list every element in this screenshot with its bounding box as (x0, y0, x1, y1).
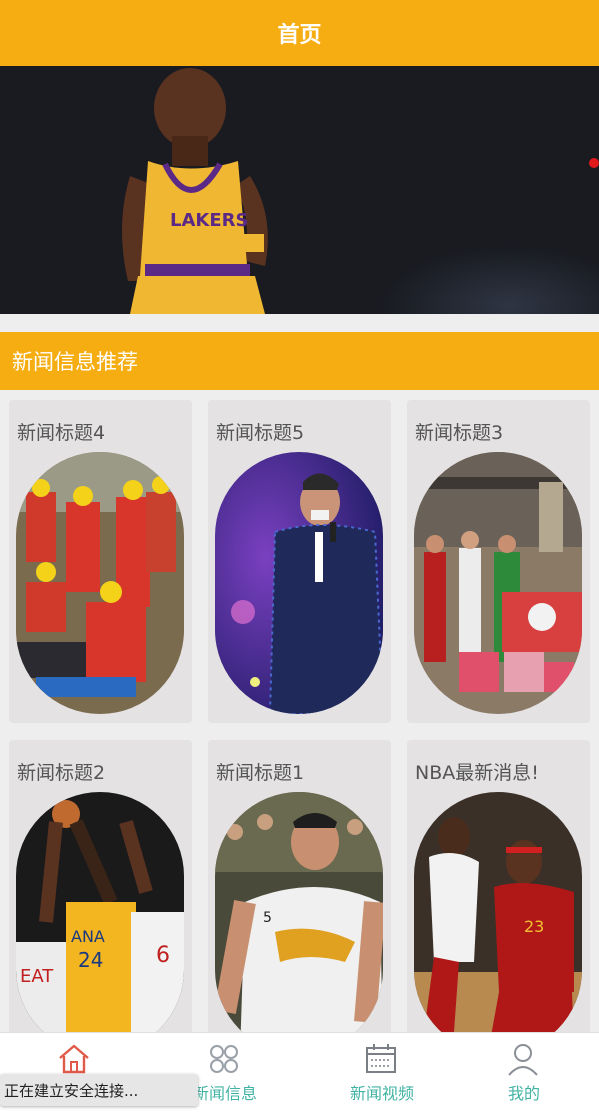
nav-label-mine: 我的 (507, 1084, 540, 1103)
svg-text:LAKERS: LAKERS (170, 210, 248, 231)
news-card-title: 新闻标题3 (415, 422, 504, 444)
connection-status-toast: 正在建立安全连接... (0, 1074, 198, 1106)
news-card[interactable]: NBA最新消息! 23 (407, 740, 590, 1054)
svg-text:24: 24 (78, 948, 103, 972)
news-card-image[interactable]: 5 (215, 792, 383, 1054)
connection-status-text: 正在建立安全连接... (4, 1081, 139, 1100)
news-card-image[interactable]: EAT ANA 24 6 (16, 792, 184, 1054)
user-icon (508, 1044, 538, 1076)
nav-item-news-video[interactable]: 新闻视频 (307, 1033, 457, 1115)
section-header: 新闻信息推荐 (0, 332, 599, 390)
svg-text:5: 5 (263, 910, 272, 926)
news-card-title: 新闻标题5 (216, 422, 305, 444)
news-card-title: 新闻标题1 (216, 762, 305, 784)
banner-player-image: LAKERS (121, 68, 268, 314)
section-title: 新闻信息推荐 (12, 350, 138, 374)
svg-text:EAT: EAT (20, 966, 54, 987)
banner-background-glow (380, 246, 599, 314)
news-card-title: NBA最新消息! (415, 762, 539, 784)
news-card-image[interactable] (414, 452, 582, 714)
news-card-title: 新闻标题2 (17, 762, 106, 784)
news-card-title: 新闻标题4 (17, 422, 106, 444)
news-card[interactable]: 新闻标题3 (407, 400, 590, 723)
news-card[interactable]: 新闻标题5 (208, 400, 391, 723)
home-icon (59, 1044, 89, 1074)
news-card-image[interactable] (215, 452, 383, 714)
page-title: 首页 (277, 23, 322, 48)
nav-item-mine[interactable]: 我的 (449, 1033, 599, 1115)
news-card[interactable]: 新闻标题2 EAT ANA 24 6 (9, 740, 192, 1054)
svg-text:23: 23 (524, 917, 544, 936)
news-card[interactable]: 新闻标题4 (9, 400, 192, 723)
nav-label-news-video: 新闻视频 (349, 1084, 414, 1103)
calendar-icon (366, 1044, 396, 1073)
news-card-image[interactable] (16, 452, 184, 714)
news-card-image[interactable]: 23 (414, 792, 582, 1054)
page-header: 首页 (0, 0, 599, 66)
svg-text:ANA: ANA (71, 927, 105, 946)
svg-text:6: 6 (156, 943, 170, 968)
banner-carousel[interactable]: LAKERS (0, 66, 599, 314)
carousel-indicator-dot[interactable] (589, 158, 599, 168)
grid-icon (210, 1045, 238, 1073)
news-card[interactable]: 新闻标题1 5 (208, 740, 391, 1054)
